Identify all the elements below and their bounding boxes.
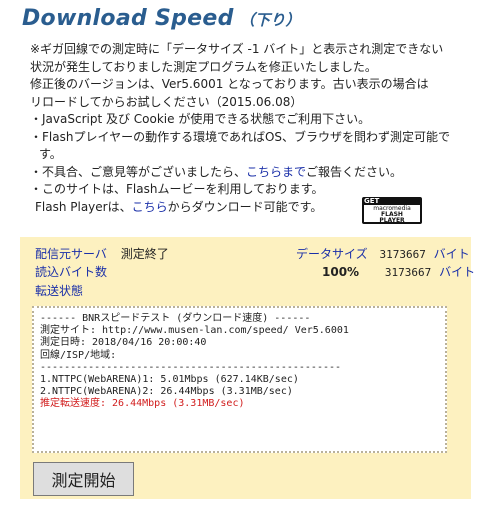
get-flash-player-badge[interactable]: GET macromedia FLASH PLAYER <box>362 197 422 224</box>
note-line: ・Flashプレイヤーの動作する環境であればOS、ブラウザを問わず測定可能で <box>30 129 451 144</box>
note-line: リロードしてからお試しください（2015.06.08） <box>30 94 303 109</box>
badge-line3: PLAYER <box>379 217 405 224</box>
result-textbox[interactable]: ------ BNRスピードテスト (ダウンロード速度) ------ 測定サイ… <box>32 306 447 453</box>
note-line: ・JavaScript 及び Cookie が使用できる状態でご利用下さい。 <box>30 112 371 126</box>
result-line: 測定日時: 2018/04/16 20:00:40 <box>40 337 207 349</box>
result-line: ------ BNRスピードテスト (ダウンロード速度) ------ <box>40 313 311 324</box>
transfer-label: 転送状態 <box>35 284 84 298</box>
note-line: ※ギガ回線での測定時に「データサイズ -1 バイト」と表示され測定できない <box>30 42 444 56</box>
read-label: 読込バイト数 <box>35 265 108 279</box>
note-line: す。 <box>39 147 62 161</box>
contact-link[interactable]: こちらまで <box>246 165 306 179</box>
server-row: 配信元サーバ 測定終了 <box>35 246 169 262</box>
datasize-value: 3173667 <box>379 248 426 261</box>
datasize-row: データサイズ 3173667 バイト <box>296 246 470 263</box>
badge-box: macromedia FLASH PLAYER <box>364 205 420 224</box>
flash-download-link[interactable]: こちら <box>132 200 168 214</box>
note-line: 状況が発生しておりました測定プログラムを修正いたしました。 <box>30 59 377 74</box>
note-text: ・不具合、ご意見等がございましたら、 <box>30 164 247 179</box>
server-label: 配信元サーバ <box>35 247 107 261</box>
read-row: 100% 3173667 バイト <box>322 264 475 281</box>
note-text: Flash Playerは、 <box>35 199 132 214</box>
note-line: ・このサイトは、Flashムービーを利用しております。 <box>30 182 324 196</box>
result-line: 回線/ISP/地域: <box>40 349 117 361</box>
page-title-text: Download Speed <box>22 6 234 31</box>
result-line: 1.NTTPC(WebARENA)1: 5.01Mbps (627.14KB/s… <box>40 374 299 386</box>
datasize-unit: バイト <box>433 247 470 261</box>
transfer-row: 転送状態 <box>35 283 83 299</box>
notes: ※ギガ回線での測定時に「データサイズ -1 バイト」と表示され測定できない 状況… <box>30 41 480 216</box>
read-row-label: 読込バイト数 <box>35 264 107 280</box>
result-estimated-speed: 推定転送速度: 26.44Mbps (3.31MB/sec) <box>40 398 245 410</box>
note-text: ご報告ください。 <box>306 164 403 179</box>
read-percent: 100% <box>322 265 360 279</box>
result-line: ----------------------------------------… <box>40 361 342 373</box>
result-line: 2.NTTPC(WebARENA)2: 26.44Mbps (3.31MB/se… <box>40 386 293 398</box>
server-value: 測定終了 <box>120 247 169 261</box>
note-line: ・不具合、ご意見等がございましたら、こちらまでご報告ください。 <box>30 164 480 182</box>
speedtest-panel: 配信元サーバ 測定終了 データサイズ 3173667 バイト 読込バイト数 10… <box>20 237 475 499</box>
read-value: 3173667 <box>384 266 432 279</box>
note-line: 修正後のバージョンは、Ver5.6001 となっております。古い表示の場合は <box>30 77 429 91</box>
page-subtitle: （下り） <box>239 11 301 29</box>
read-unit: バイト <box>439 265 476 279</box>
page-title: Download Speed （下り） <box>22 6 301 31</box>
start-measurement-button[interactable]: 測定開始 <box>33 462 134 496</box>
datasize-label: データサイズ <box>296 247 368 261</box>
note-text: からダウンロード可能です。 <box>167 199 323 214</box>
badge-get-text: GET <box>364 197 380 205</box>
result-line: 測定サイト: http://www.musen-lan.com/speed/ V… <box>40 325 349 337</box>
